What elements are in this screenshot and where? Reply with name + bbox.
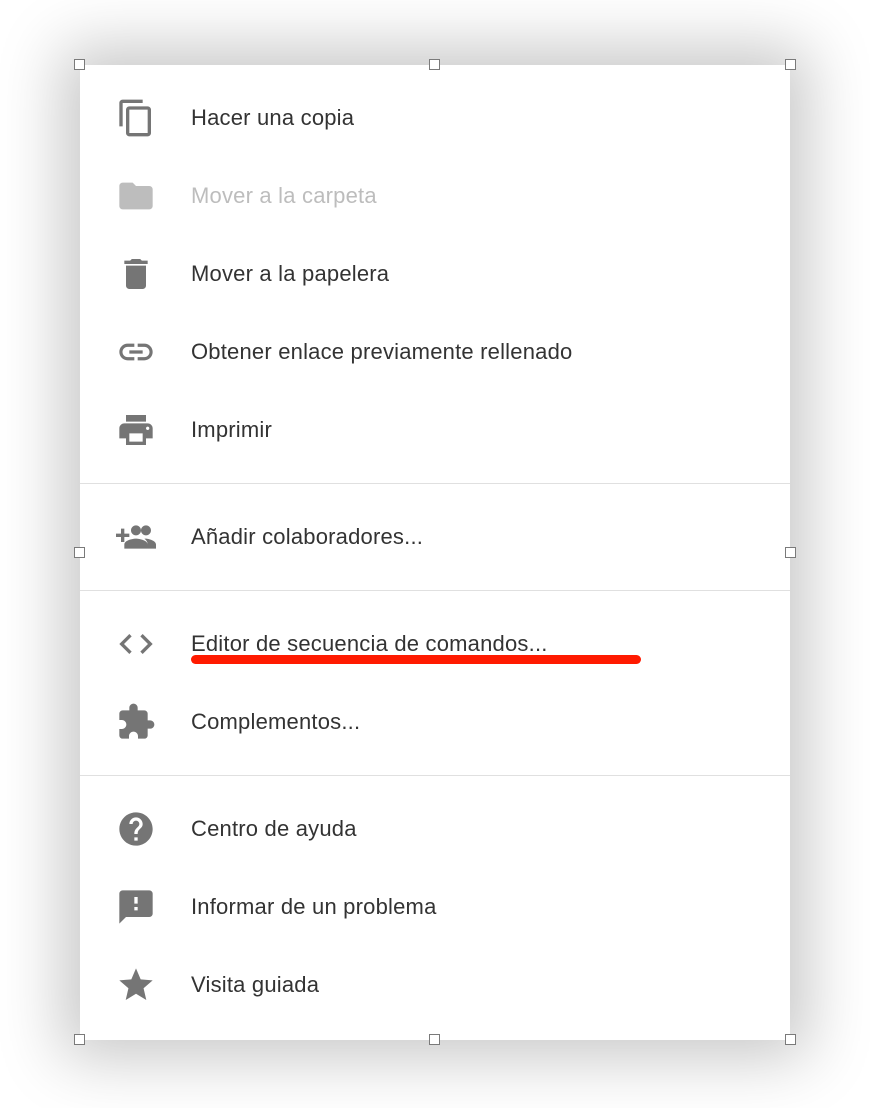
selection-handle[interactable] bbox=[74, 1034, 85, 1045]
menu-group-share: Añadir colaboradores... bbox=[80, 483, 790, 590]
menu-label: Informar de un problema bbox=[191, 896, 437, 918]
selection-handle[interactable] bbox=[785, 1034, 796, 1045]
link-icon bbox=[116, 332, 156, 372]
menu-item-move-to-folder: Mover a la carpeta bbox=[80, 157, 790, 235]
copy-icon bbox=[116, 98, 156, 138]
menu-item-help-center[interactable]: Centro de ayuda bbox=[80, 790, 790, 868]
menu-label: Hacer una copia bbox=[191, 107, 354, 129]
menu-item-add-collaborators[interactable]: Añadir colaboradores... bbox=[80, 498, 790, 576]
selection-handle[interactable] bbox=[429, 59, 440, 70]
menu-item-script-editor[interactable]: Editor de secuencia de comandos... bbox=[80, 605, 790, 683]
menu-label: Imprimir bbox=[191, 419, 272, 441]
code-icon bbox=[116, 624, 156, 664]
menu-item-make-copy[interactable]: Hacer una copia bbox=[80, 79, 790, 157]
highlight-underline bbox=[191, 655, 641, 664]
menu-label: Visita guiada bbox=[191, 974, 319, 996]
menu-label: Mover a la papelera bbox=[191, 263, 389, 285]
help-icon bbox=[116, 809, 156, 849]
selection-handle[interactable] bbox=[785, 547, 796, 558]
feedback-icon bbox=[116, 887, 156, 927]
menu-label: Editor de secuencia de comandos... bbox=[191, 633, 548, 655]
trash-icon bbox=[116, 254, 156, 294]
folder-icon bbox=[116, 176, 156, 216]
selection-handle[interactable] bbox=[74, 547, 85, 558]
add-collaborators-icon bbox=[116, 517, 156, 557]
selection-handle[interactable] bbox=[429, 1034, 440, 1045]
menu-item-report-problem[interactable]: Informar de un problema bbox=[80, 868, 790, 946]
menu-label: Añadir colaboradores... bbox=[191, 526, 423, 548]
dropdown-menu-panel: Hacer una copia Mover a la carpeta Mover… bbox=[80, 65, 790, 1040]
menu-item-prefilled-link[interactable]: Obtener enlace previamente rellenado bbox=[80, 313, 790, 391]
selection-handle[interactable] bbox=[785, 59, 796, 70]
selection-handle[interactable] bbox=[74, 59, 85, 70]
menu-label: Obtener enlace previamente rellenado bbox=[191, 341, 572, 363]
stage: Hacer una copia Mover a la carpeta Mover… bbox=[0, 0, 870, 1108]
menu-label: Complementos... bbox=[191, 711, 360, 733]
menu-group-help: Centro de ayuda Informar de un problema … bbox=[80, 775, 790, 1038]
print-icon bbox=[116, 410, 156, 450]
puzzle-icon bbox=[116, 702, 156, 742]
star-icon bbox=[116, 965, 156, 1005]
menu-item-guided-tour[interactable]: Visita guiada bbox=[80, 946, 790, 1024]
menu-label: Mover a la carpeta bbox=[191, 185, 377, 207]
menu-item-print[interactable]: Imprimir bbox=[80, 391, 790, 469]
menu-item-addons[interactable]: Complementos... bbox=[80, 683, 790, 761]
menu-label: Centro de ayuda bbox=[191, 818, 357, 840]
menu-group-file: Hacer una copia Mover a la carpeta Mover… bbox=[80, 65, 790, 483]
menu-group-tools: Editor de secuencia de comandos... Compl… bbox=[80, 590, 790, 775]
menu-item-move-to-trash[interactable]: Mover a la papelera bbox=[80, 235, 790, 313]
